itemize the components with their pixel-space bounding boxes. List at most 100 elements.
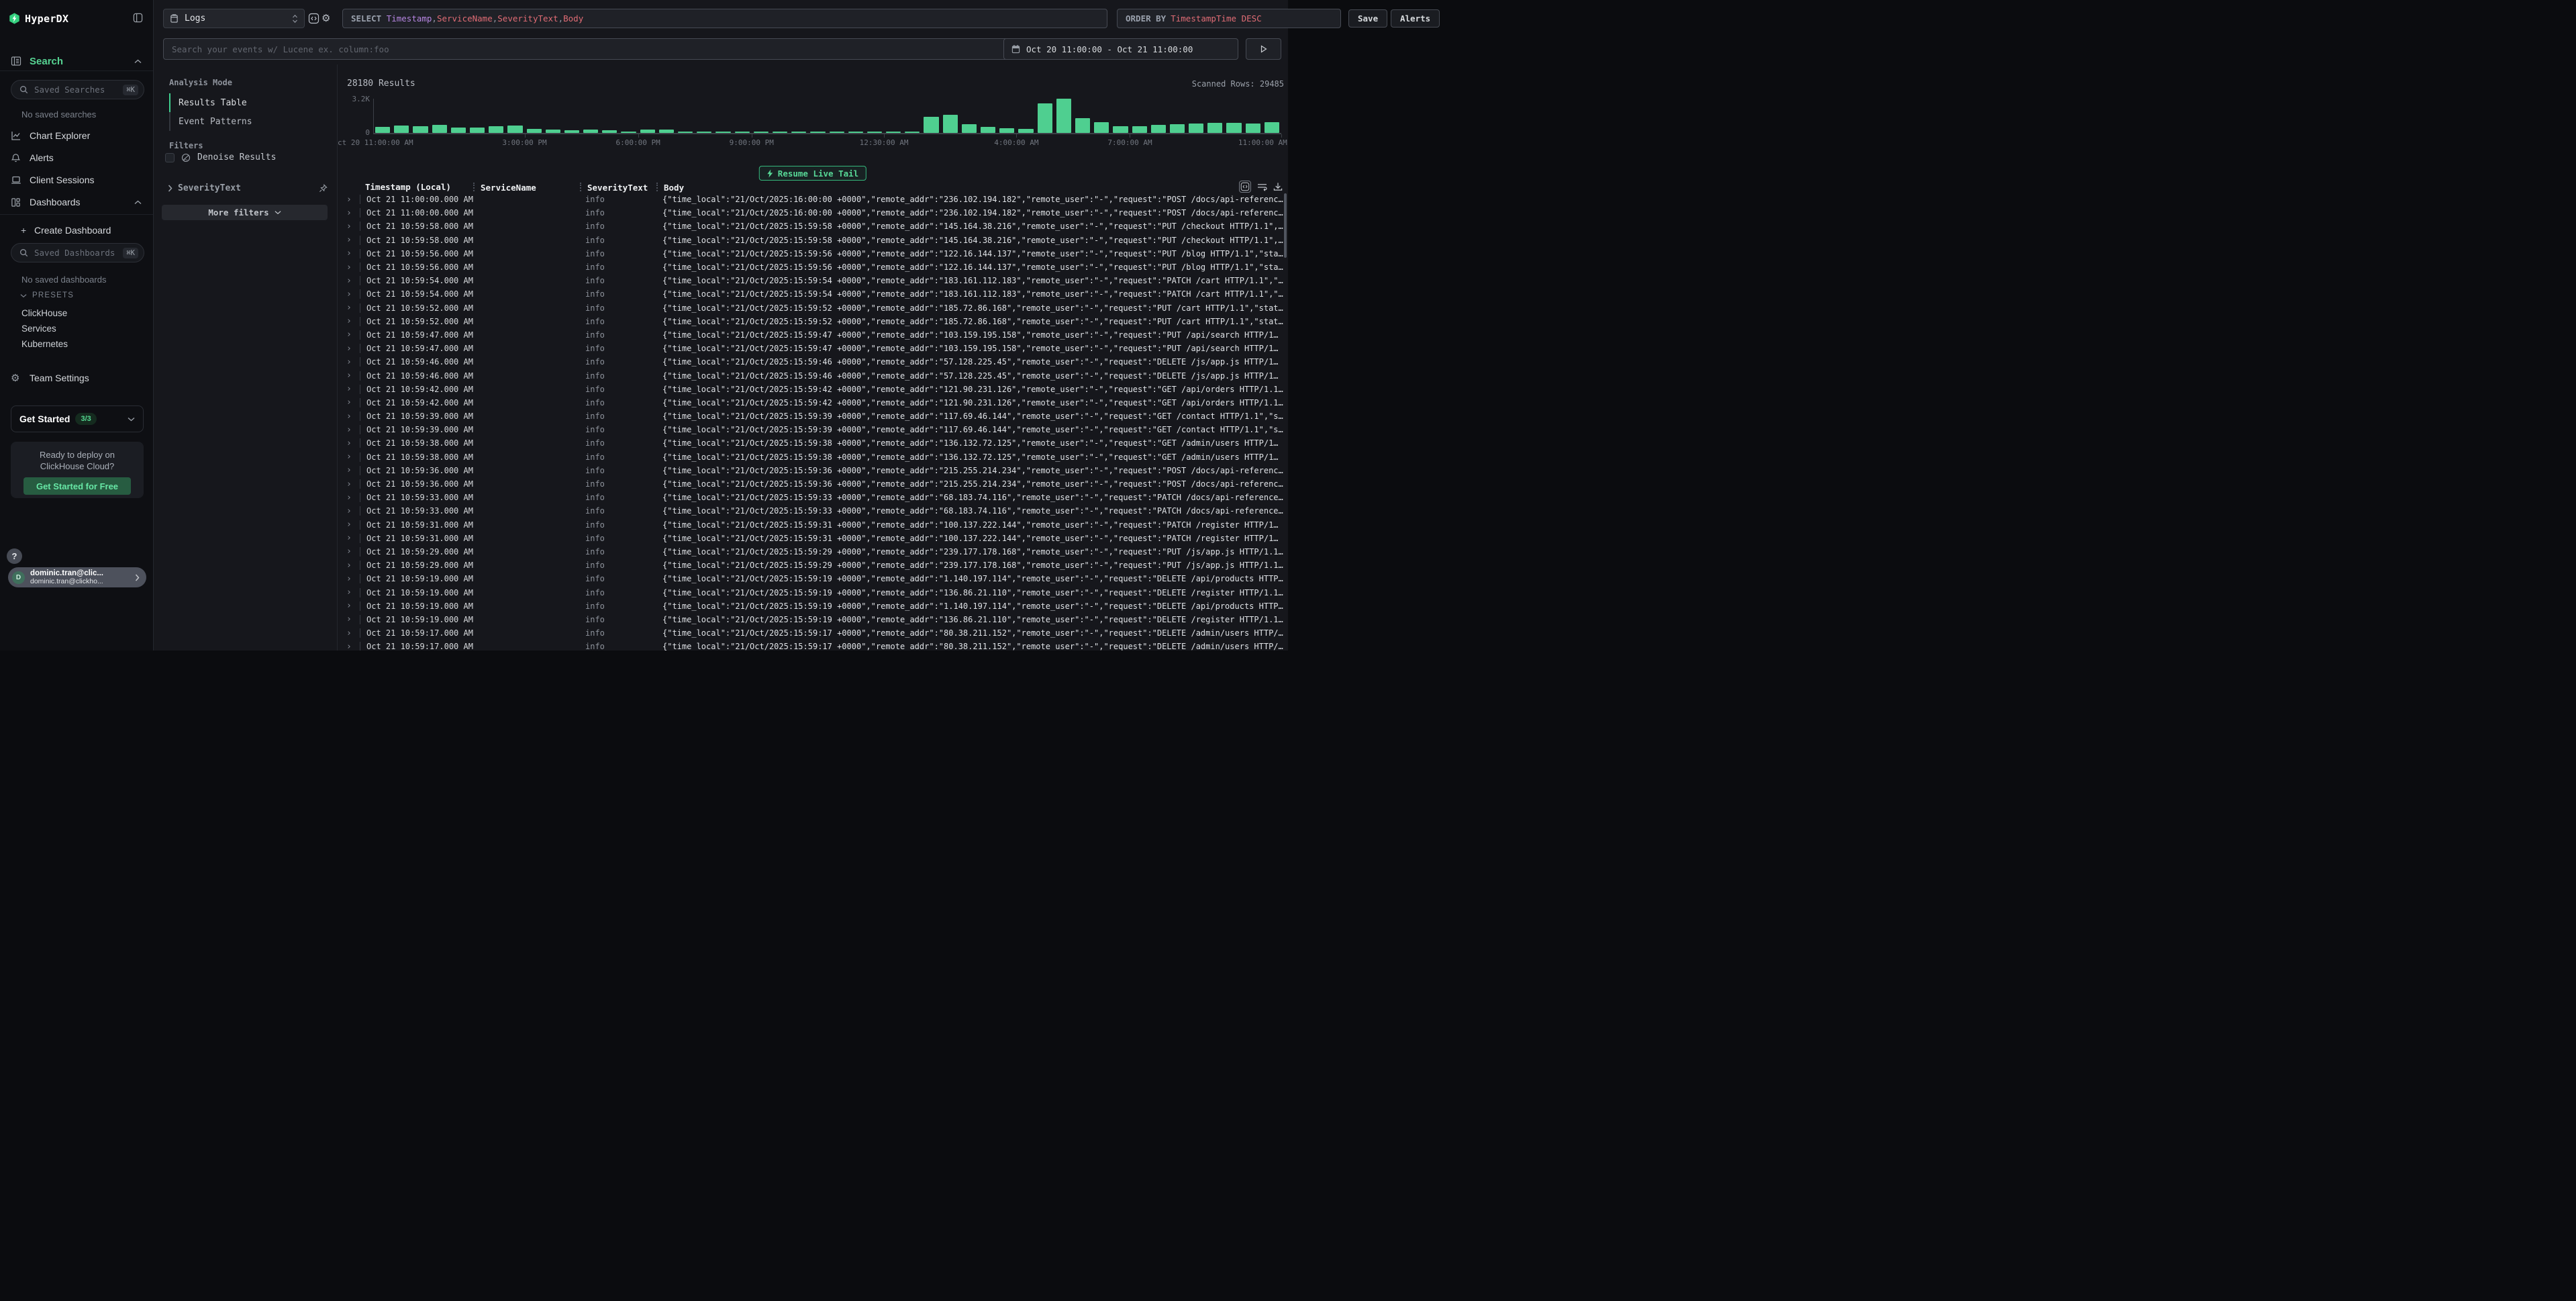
table-row[interactable]: ›Oct 21 10:59:58.000 AMinfo{"time_local"…	[338, 234, 1288, 247]
col-body[interactable]: Body	[656, 183, 1288, 191]
saved-dashboards-input[interactable]: Saved Dashboards ⌘K	[11, 243, 144, 262]
source-settings-gear-icon[interactable]: ⚙	[321, 13, 330, 24]
preset-services[interactable]: Services	[21, 324, 56, 334]
row-expander-icon[interactable]: ›	[343, 222, 360, 232]
source-select[interactable]: Logs	[163, 9, 305, 28]
table-row[interactable]: ›Oct 21 10:59:39.000 AMinfo{"time_local"…	[338, 409, 1288, 423]
table-row[interactable]: ›Oct 21 10:59:19.000 AMinfo{"time_local"…	[338, 585, 1288, 599]
mode-event-patterns[interactable]: Event Patterns	[169, 112, 324, 131]
table-row[interactable]: ›Oct 21 10:59:42.000 AMinfo{"time_local"…	[338, 383, 1288, 396]
table-row[interactable]: ›Oct 21 11:00:00.000 AMinfo{"time_local"…	[338, 193, 1288, 206]
table-row[interactable]: ›Oct 21 10:59:19.000 AMinfo{"time_local"…	[338, 599, 1288, 613]
table-row[interactable]: ›Oct 21 10:59:54.000 AMinfo{"time_local"…	[338, 274, 1288, 287]
row-expander-icon[interactable]: ›	[343, 520, 360, 530]
pin-icon[interactable]	[319, 184, 328, 193]
row-expander-icon[interactable]: ›	[343, 587, 360, 597]
table-row[interactable]: ›Oct 21 10:59:33.000 AMinfo{"time_local"…	[338, 491, 1288, 504]
raw-mode-icon[interactable]	[1239, 181, 1251, 193]
row-expander-icon[interactable]: ›	[343, 303, 360, 313]
select-query-input[interactable]: SELECT Timestamp,ServiceName,SeverityTex…	[342, 9, 1107, 28]
table-row[interactable]: ›Oct 21 10:59:17.000 AMinfo{"time_local"…	[338, 626, 1288, 640]
help-button[interactable]: ?	[7, 548, 22, 564]
facet-severity-text[interactable]: SeverityText	[168, 183, 328, 193]
table-row[interactable]: ›Oct 21 10:59:39.000 AMinfo{"time_local"…	[338, 423, 1288, 436]
row-expander-icon[interactable]: ›	[343, 357, 360, 367]
user-menu[interactable]: D dominic.tran@clic... dominic.tran@clic…	[8, 567, 146, 587]
table-row[interactable]: ›Oct 21 10:59:29.000 AMinfo{"time_local"…	[338, 559, 1288, 572]
row-expander-icon[interactable]: ›	[343, 397, 360, 407]
table-row[interactable]: ›Oct 21 10:59:52.000 AMinfo{"time_local"…	[338, 301, 1288, 315]
row-expander-icon[interactable]: ›	[343, 235, 360, 245]
get-started-card[interactable]: Get Started 3/3	[11, 405, 144, 432]
preset-kubernetes[interactable]: Kubernetes	[21, 339, 68, 349]
row-expander-icon[interactable]: ›	[343, 438, 360, 448]
resume-live-tail-button[interactable]: Resume Live Tail	[759, 166, 866, 181]
table-row[interactable]: ›Oct 21 10:59:42.000 AMinfo{"time_local"…	[338, 396, 1288, 409]
table-row[interactable]: ›Oct 21 10:59:38.000 AMinfo{"time_local"…	[338, 450, 1288, 464]
download-icon[interactable]	[1273, 182, 1283, 191]
presets-toggle[interactable]: PRESETS	[20, 291, 74, 299]
row-expander-icon[interactable]: ›	[343, 262, 360, 273]
sidebar-collapse-icon[interactable]	[133, 13, 143, 23]
table-row[interactable]: ›Oct 21 10:59:47.000 AMinfo{"time_local"…	[338, 328, 1288, 342]
row-expander-icon[interactable]: ›	[343, 533, 360, 543]
more-filters-button[interactable]: More filters	[162, 205, 328, 220]
row-expander-icon[interactable]: ›	[343, 248, 360, 258]
order-by-input[interactable]: ORDER BY TimestampTime DESC	[1117, 9, 1341, 28]
create-dashboard-button[interactable]: + Create Dashboard	[0, 222, 154, 239]
row-expander-icon[interactable]: ›	[343, 561, 360, 571]
sidebar-item-search[interactable]: Search	[0, 52, 154, 70]
table-row[interactable]: ›Oct 21 10:59:54.000 AMinfo{"time_local"…	[338, 287, 1288, 301]
table-row[interactable]: ›Oct 21 10:59:33.000 AMinfo{"time_local"…	[338, 504, 1288, 518]
denoise-checkbox[interactable]	[165, 153, 175, 162]
row-expander-icon[interactable]: ›	[343, 628, 360, 638]
preset-clickhouse[interactable]: ClickHouse	[21, 308, 67, 318]
sidebar-item-chart-explorer[interactable]: Chart Explorer	[0, 127, 154, 144]
row-expander-icon[interactable]: ›	[343, 208, 360, 218]
row-expander-icon[interactable]: ›	[343, 493, 360, 503]
row-expander-icon[interactable]: ›	[343, 276, 360, 286]
row-expander-icon[interactable]: ›	[343, 384, 360, 394]
row-expander-icon[interactable]: ›	[343, 412, 360, 422]
date-range-picker[interactable]: Oct 20 11:00:00 - Oct 21 11:00:00	[1003, 38, 1238, 60]
row-expander-icon[interactable]: ›	[343, 614, 360, 624]
table-row[interactable]: ›Oct 21 10:59:46.000 AMinfo{"time_local"…	[338, 369, 1288, 382]
row-expander-icon[interactable]: ›	[343, 425, 360, 435]
col-severity-text[interactable]: SeverityText	[580, 183, 656, 191]
table-row[interactable]: ›Oct 21 10:59:46.000 AMinfo{"time_local"…	[338, 355, 1288, 369]
mode-results-table[interactable]: Results Table	[169, 93, 324, 112]
row-expander-icon[interactable]: ›	[343, 330, 360, 340]
table-row[interactable]: ›Oct 21 11:00:00.000 AMinfo{"time_local"…	[338, 206, 1288, 220]
sidebar-item-team-settings[interactable]: ⚙ Team Settings	[0, 369, 154, 387]
row-expander-icon[interactable]: ›	[343, 506, 360, 516]
saved-searches-input[interactable]: Saved Searches ⌘K	[11, 80, 144, 99]
row-expander-icon[interactable]: ›	[343, 289, 360, 299]
sidebar-item-alerts[interactable]: Alerts	[0, 149, 154, 166]
table-row[interactable]: ›Oct 21 10:59:19.000 AMinfo{"time_local"…	[338, 572, 1288, 585]
row-expander-icon[interactable]: ›	[343, 316, 360, 326]
col-service-name[interactable]: ServiceName	[473, 183, 580, 191]
table-row[interactable]: ›Oct 21 10:59:36.000 AMinfo{"time_local"…	[338, 464, 1288, 477]
row-expander-icon[interactable]: ›	[343, 371, 360, 381]
row-expander-icon[interactable]: ›	[343, 479, 360, 489]
table-row[interactable]: ›Oct 21 10:59:19.000 AMinfo{"time_local"…	[338, 613, 1288, 626]
table-row[interactable]: ›Oct 21 10:59:56.000 AMinfo{"time_local"…	[338, 260, 1288, 274]
table-row[interactable]: ›Oct 21 10:59:47.000 AMinfo{"time_local"…	[338, 342, 1288, 355]
alerts-button[interactable]: Alerts	[1391, 9, 1440, 28]
save-button[interactable]: Save	[1348, 9, 1387, 28]
col-timestamp[interactable]: Timestamp (Local)	[360, 182, 473, 192]
sql-editor-toggle-icon[interactable]	[308, 13, 319, 24]
wrap-lines-icon[interactable]	[1257, 183, 1267, 191]
table-row[interactable]: ›Oct 21 10:59:29.000 AMinfo{"time_local"…	[338, 545, 1288, 559]
table-row[interactable]: ›Oct 21 10:59:31.000 AMinfo{"time_local"…	[338, 532, 1288, 545]
table-row[interactable]: ›Oct 21 10:59:58.000 AMinfo{"time_local"…	[338, 220, 1288, 233]
row-expander-icon[interactable]: ›	[343, 465, 360, 475]
table-row[interactable]: ›Oct 21 10:59:38.000 AMinfo{"time_local"…	[338, 436, 1288, 450]
row-expander-icon[interactable]: ›	[343, 642, 360, 650]
denoise-results-toggle[interactable]: Denoise Results	[165, 152, 276, 162]
row-expander-icon[interactable]: ›	[343, 601, 360, 611]
run-query-button[interactable]	[1246, 38, 1281, 60]
row-expander-icon[interactable]: ›	[343, 452, 360, 462]
sidebar-item-dashboards[interactable]: Dashboards	[0, 193, 154, 211]
table-row[interactable]: ›Oct 21 10:59:31.000 AMinfo{"time_local"…	[338, 518, 1288, 532]
